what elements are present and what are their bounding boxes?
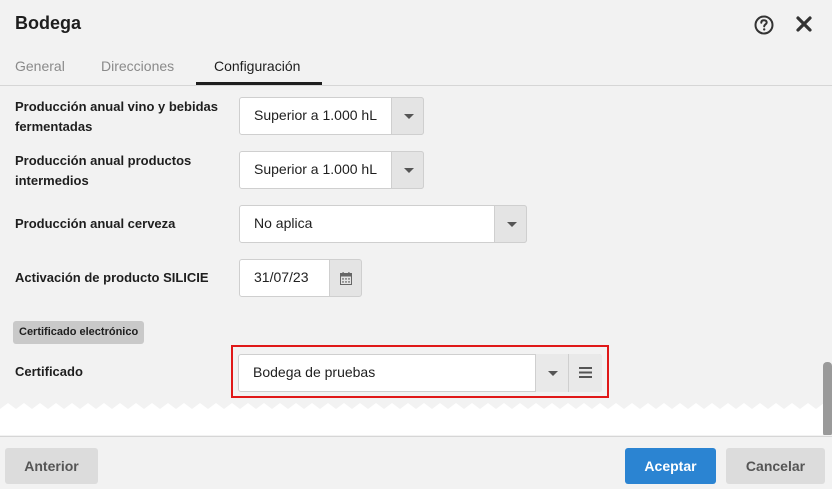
- select-certificado-value: Bodega de pruebas: [253, 364, 376, 380]
- torn-edge-divider: [0, 403, 832, 435]
- select-cerveza[interactable]: No aplica: [239, 205, 527, 243]
- chevron-down-icon[interactable]: [391, 97, 424, 135]
- certificado-list-button[interactable]: [568, 354, 602, 392]
- select-intermedios-value: Superior a 1.000 hL: [254, 161, 377, 177]
- field-label-intermedios: Producción anual productos intermedios: [15, 153, 192, 188]
- previous-button[interactable]: Anterior: [5, 448, 98, 484]
- tab-configuracion[interactable]: Configuración: [214, 58, 300, 74]
- select-cerveza-value: No aplica: [254, 215, 313, 231]
- field-label-cerveza: Producción anual cerveza: [15, 216, 176, 231]
- close-icon[interactable]: [795, 15, 813, 33]
- accept-button[interactable]: Aceptar: [625, 448, 716, 484]
- date-picker-button[interactable]: [329, 259, 362, 297]
- select-vino[interactable]: Superior a 1.000 hL: [239, 97, 424, 135]
- field-label-certificado: Certificado: [15, 364, 83, 379]
- section-badge-certificado: Certificado electrónico: [13, 321, 145, 344]
- chevron-down-icon[interactable]: [494, 205, 527, 243]
- date-input-silicie[interactable]: 31/07/23: [239, 259, 330, 297]
- chevron-down-icon[interactable]: [391, 151, 424, 189]
- tab-general[interactable]: General: [15, 58, 65, 74]
- select-certificado[interactable]: Bodega de pruebas: [238, 354, 602, 392]
- dialog-footer: Anterior Aceptar Cancelar: [0, 436, 832, 489]
- select-vino-value: Superior a 1.000 hL: [254, 107, 377, 123]
- date-input-value: 31/07/23: [254, 269, 309, 285]
- dialog-title: Bodega: [15, 13, 82, 33]
- field-label-vino: Producción anual vino y bebidas fermenta…: [15, 99, 218, 134]
- form-content: Producción anual vino y bebidas fermenta…: [0, 87, 832, 435]
- menu-icon: [579, 367, 592, 378]
- chevron-down-icon[interactable]: [535, 354, 568, 392]
- help-icon[interactable]: [754, 15, 774, 35]
- scrollbar-thumb[interactable]: [823, 362, 832, 435]
- dialog-header: Bodega General Direcciones Configuración: [0, 0, 832, 86]
- cancel-button[interactable]: Cancelar: [726, 448, 825, 484]
- select-intermedios[interactable]: Superior a 1.000 hL: [239, 151, 424, 189]
- calendar-icon: [340, 272, 352, 285]
- active-tab-indicator: [196, 82, 322, 85]
- field-label-silicie: Activación de producto SILICIE: [15, 270, 209, 285]
- tab-direcciones[interactable]: Direcciones: [101, 58, 174, 74]
